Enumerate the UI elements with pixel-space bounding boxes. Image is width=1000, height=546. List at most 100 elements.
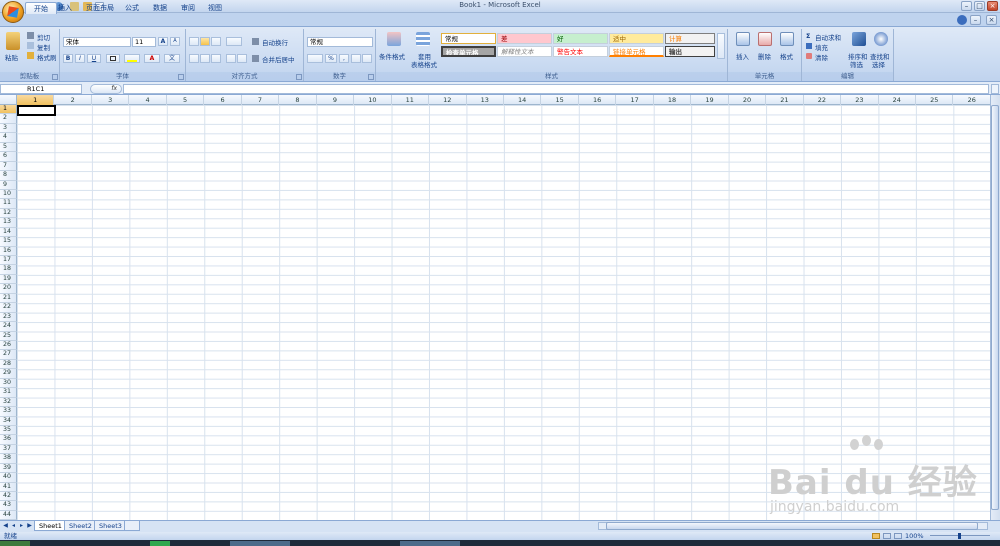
row-header[interactable]: 28 [0,359,17,370]
column-header[interactable]: 1 [17,95,55,105]
row-header[interactable]: 17 [0,256,17,266]
page-layout-view-icon[interactable] [883,533,891,539]
row-header[interactable]: 35 [0,425,17,436]
zoom-level[interactable]: 100% [905,532,924,540]
expand-formula-bar-button[interactable] [991,84,999,94]
underline-button[interactable]: U [87,54,101,63]
taskbar-app-2[interactable] [230,541,290,546]
style-neutral[interactable]: 适中 [609,33,664,44]
row-header[interactable]: 19 [0,274,17,285]
column-header[interactable]: 16 [579,95,617,105]
row-header[interactable]: 2 [0,114,17,124]
row-header[interactable]: 18 [0,265,17,275]
column-header[interactable]: 19 [691,95,729,105]
row-header[interactable]: 6 [0,152,17,162]
column-header[interactable]: 14 [504,95,542,105]
row-header[interactable]: 22 [0,303,17,313]
formula-input[interactable] [123,84,989,94]
align-right-button[interactable] [211,54,221,63]
style-explanatory[interactable]: 解释性文本 [497,46,552,57]
clipboard-launcher-icon[interactable] [52,74,58,80]
number-format-select[interactable]: 常规 [307,37,373,47]
column-header[interactable]: 24 [879,95,917,105]
style-calculation[interactable]: 计算 [665,33,715,44]
style-normal[interactable]: 常规 [441,33,496,44]
sheet-tab-3[interactable]: Sheet3 [94,521,127,531]
style-check-cell[interactable]: 检查单元格 [441,46,496,57]
column-header[interactable]: 26 [954,95,990,105]
font-name-select[interactable]: 宋体 [63,37,131,47]
row-header[interactable]: 41 [0,482,17,493]
row-header[interactable]: 9 [0,180,17,190]
tab-page-layout[interactable]: 页面布局 [78,2,122,14]
row-header[interactable]: 3 [0,123,17,134]
row-header[interactable]: 15 [0,237,17,247]
row-header[interactable]: 20 [0,284,17,294]
column-header[interactable]: 8 [279,95,317,105]
next-sheet-icon[interactable]: ▸ [18,522,25,530]
number-launcher-icon[interactable] [368,74,374,80]
column-header[interactable]: 17 [616,95,654,105]
style-output[interactable]: 输出 [665,46,715,57]
align-middle-button[interactable] [200,37,210,46]
format-as-table-label-2[interactable]: 表格格式 [411,59,437,69]
row-header[interactable]: 25 [0,331,17,341]
column-header[interactable]: 6 [204,95,242,105]
font-color-button[interactable]: A [144,54,160,63]
merge-center-button[interactable]: 合并后居中 [262,54,295,64]
row-header[interactable]: 33 [0,407,17,417]
style-good[interactable]: 好 [553,33,608,44]
font-launcher-icon[interactable] [178,74,184,80]
row-header[interactable]: 30 [0,378,17,389]
workbook-minimize-button[interactable]: – [970,15,981,25]
column-header[interactable]: 15 [541,95,579,105]
tab-data[interactable]: 数据 [145,2,175,14]
row-header[interactable]: 4 [0,133,17,143]
minimize-button[interactable]: – [961,1,972,11]
row-header[interactable]: 27 [0,350,17,360]
column-header[interactable]: 25 [916,95,954,105]
autosum-button[interactable]: 自动求和 [815,32,841,42]
sheet-tab-2[interactable]: Sheet2 [64,521,97,531]
row-header[interactable]: 34 [0,416,17,426]
zoom-slider-thumb[interactable] [958,533,961,539]
column-header[interactable]: 5 [167,95,205,105]
style-bad[interactable]: 差 [497,33,552,44]
row-header[interactable]: 1 [0,105,17,115]
workbook-close-button[interactable]: × [986,15,997,25]
tab-review[interactable]: 审阅 [173,2,203,14]
row-header[interactable]: 39 [0,463,17,474]
column-header[interactable]: 7 [242,95,280,105]
align-top-button[interactable] [189,37,199,46]
row-header[interactable]: 42 [0,492,17,502]
column-header[interactable]: 20 [729,95,767,105]
last-sheet-icon[interactable]: ▶ [26,522,33,530]
row-header[interactable]: 37 [0,444,17,455]
column-header[interactable]: 9 [317,95,355,105]
font-size-select[interactable]: 11 [132,37,156,47]
cut-button[interactable]: 剪切 [37,32,50,42]
row-header[interactable]: 29 [0,369,17,379]
comma-button[interactable]: , [339,54,349,63]
row-header[interactable]: 5 [0,142,17,153]
row-header[interactable]: 31 [0,388,17,398]
border-button[interactable] [106,54,120,63]
conditional-format-button[interactable]: 条件格式 [379,51,405,61]
row-header[interactable]: 7 [0,161,17,172]
insert-cells-button[interactable]: 插入 [736,51,749,61]
format-cells-button[interactable]: 格式 [780,51,793,61]
fill-button[interactable]: 填充 [815,42,828,52]
row-header[interactable]: 38 [0,454,17,464]
active-cell[interactable] [17,105,56,116]
taskbar-app-1[interactable] [150,541,170,546]
row-header[interactable]: 11 [0,199,17,209]
format-painter-button[interactable]: 格式刷 [37,52,57,62]
help-icon[interactable] [957,15,967,25]
currency-button[interactable] [307,54,323,63]
row-header[interactable]: 44 [0,510,17,520]
wrap-text-button[interactable]: 自动换行 [262,37,288,47]
alignment-launcher-icon[interactable] [296,74,302,80]
increase-decimal-button[interactable] [351,54,361,63]
column-header[interactable]: 13 [467,95,504,105]
percent-button[interactable]: % [325,54,337,63]
